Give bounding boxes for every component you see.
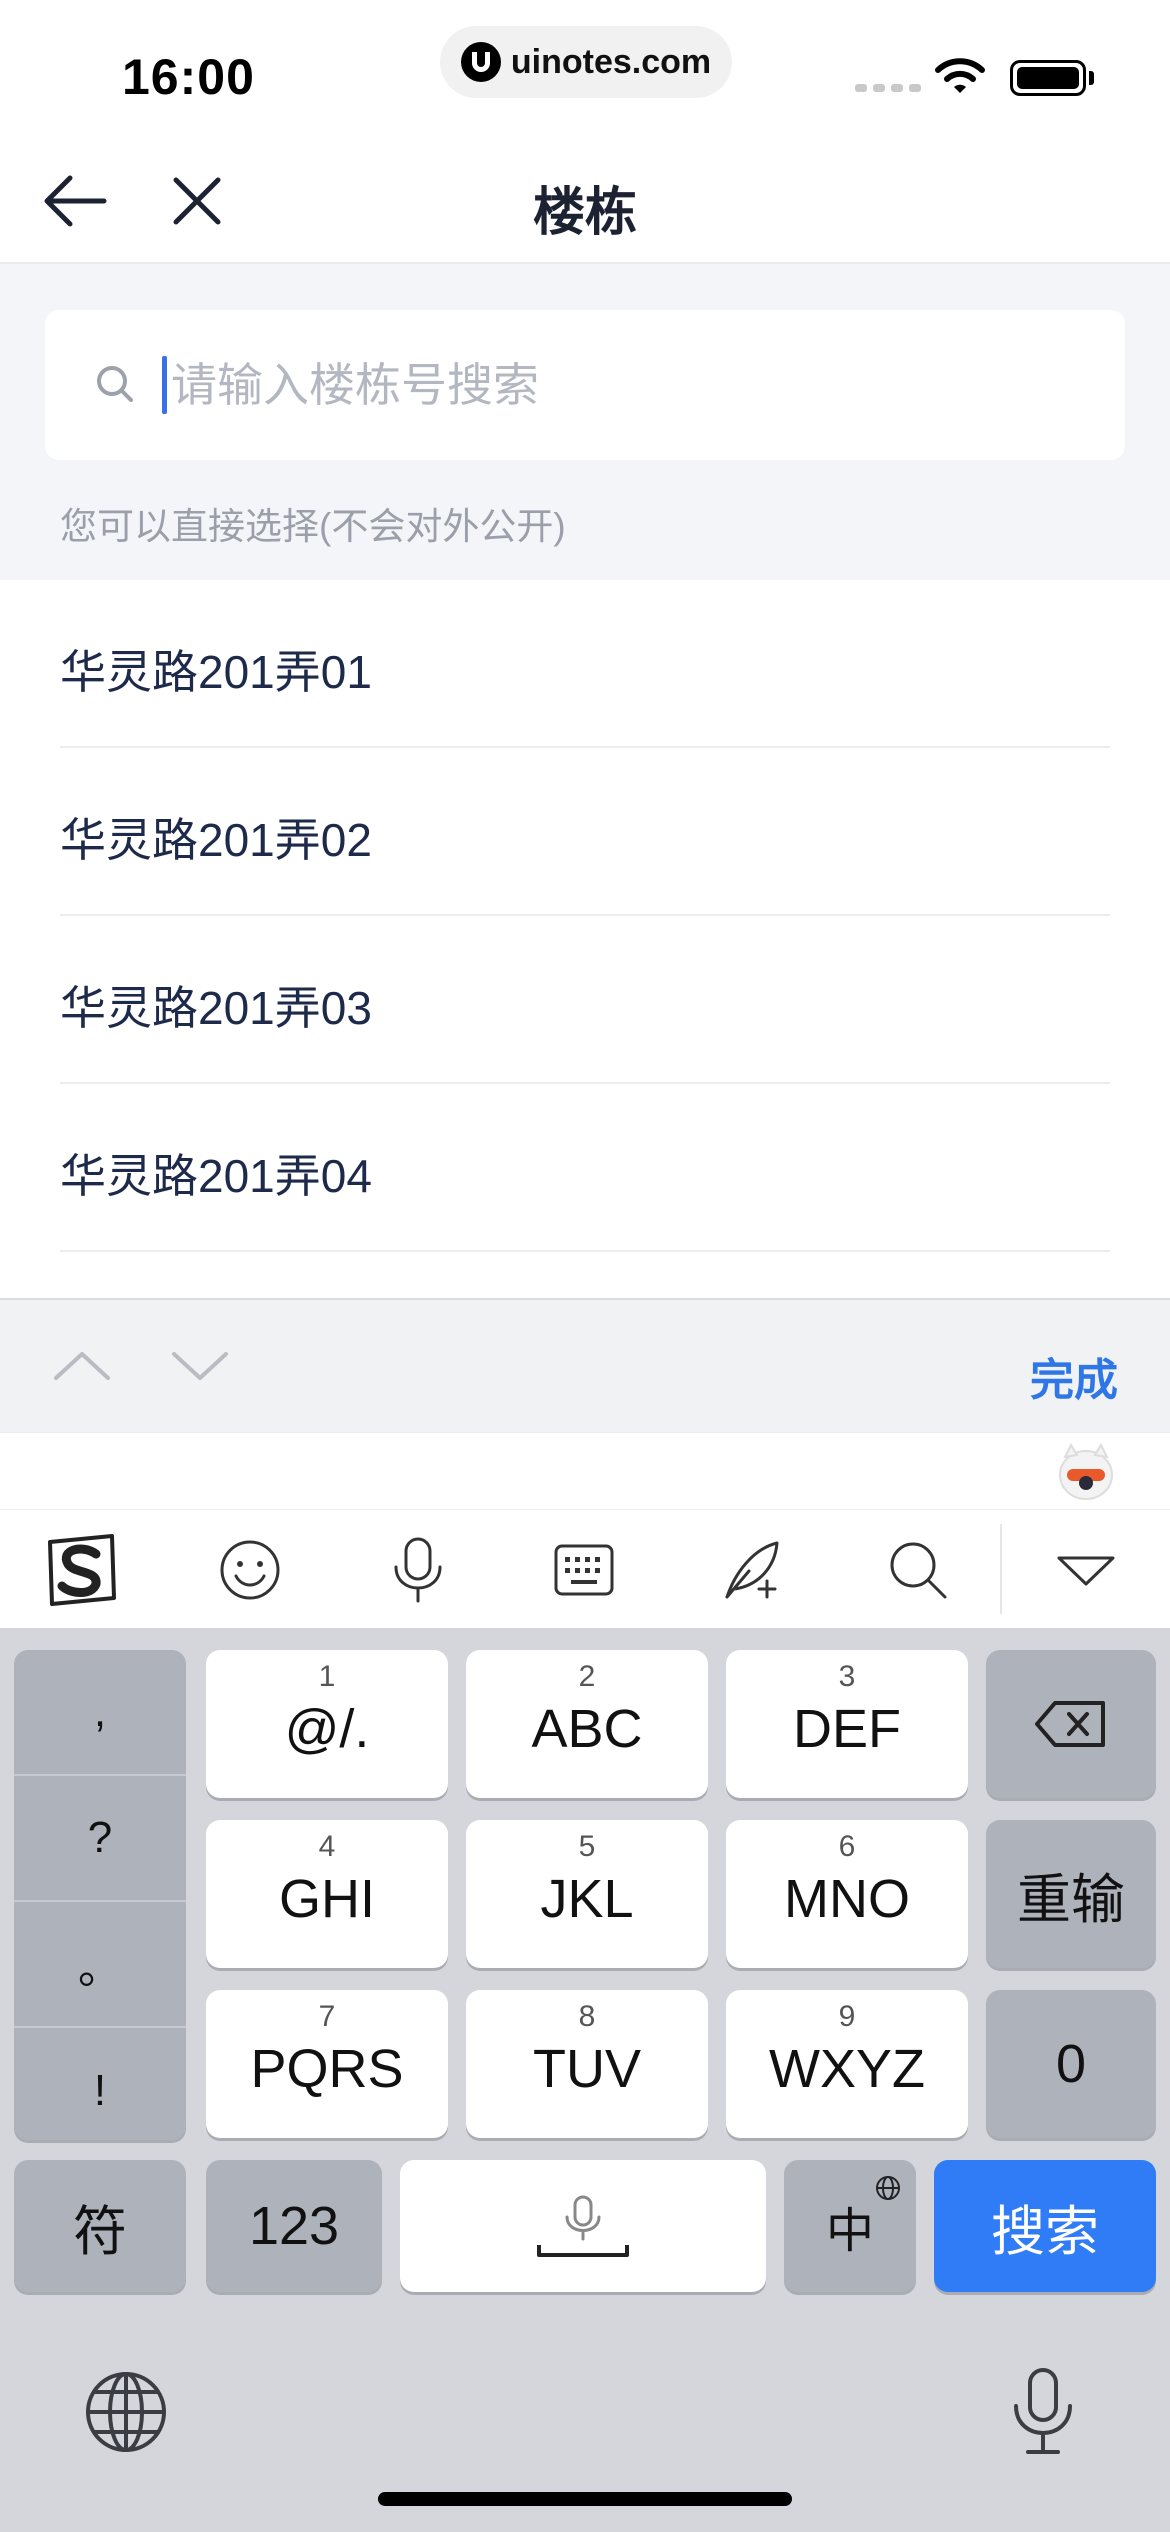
key-number: 5 (578, 1830, 596, 1863)
punct-key[interactable]: ! (14, 2028, 186, 2154)
backspace-key[interactable] (986, 1650, 1156, 1798)
key-letters: WXYZ (769, 2039, 925, 2099)
reset-key[interactable]: 重输 (986, 1820, 1156, 1968)
numbers-key[interactable]: 123 (206, 2160, 382, 2292)
nav-bar: 楼栋 (0, 140, 1170, 264)
key-5[interactable]: 5 JKL (466, 1820, 708, 1968)
globe-icon (876, 2176, 900, 2200)
language-key-label: 中 (825, 2205, 874, 2258)
chevron-down-icon[interactable] (170, 1336, 230, 1396)
language-key[interactable]: 中 (784, 2160, 916, 2292)
key-letters: PQRS (250, 2039, 404, 2099)
status-bar: 16:00 uinotes.com (0, 0, 1170, 140)
numbers-key-label: 123 (248, 2196, 340, 2256)
list-item[interactable]: 华灵路201弄03 (60, 916, 1110, 1084)
key-3[interactable]: 3 DEF (726, 1650, 968, 1798)
battery-icon (1010, 60, 1086, 96)
list-item-label: 华灵路201弄03 (60, 982, 372, 1034)
ime-function-row (0, 1510, 1170, 1628)
ime-divider (1000, 1524, 1002, 1614)
site-logo-icon (460, 42, 501, 82)
key-letters: ABC (531, 1699, 643, 1759)
key-letters: GHI (278, 1869, 375, 1929)
key-number: 2 (578, 1660, 596, 1693)
key-6[interactable]: 6 MNO (726, 1820, 968, 1968)
ime-candidate-strip (0, 1432, 1170, 1510)
keyboard-icon[interactable] (544, 1532, 624, 1608)
zero-key-label: 0 (1055, 2034, 1087, 2094)
list-item-label: 华灵路201弄04 (60, 1150, 372, 1202)
key-letters: DEF (793, 1699, 901, 1759)
key-1[interactable]: 1 @/. (206, 1650, 448, 1798)
key-letters: JKL (540, 1869, 634, 1929)
status-time: 16:00 (122, 49, 255, 105)
text-caret (162, 356, 167, 414)
key-number: 6 (838, 1830, 856, 1863)
chevron-up-icon[interactable] (52, 1336, 112, 1396)
cellular-signal-icon (855, 84, 921, 92)
page-title: 楼栋 (532, 184, 637, 242)
key-7[interactable]: 7 PQRS (206, 1990, 448, 2138)
search-box[interactable] (45, 310, 1125, 460)
key-number: 1 (318, 1660, 336, 1693)
key-number: 4 (318, 1830, 336, 1863)
list-item[interactable]: 华灵路201弄01 (60, 580, 1110, 748)
ime-keyboard: , ? 。 ! 1 @/. 2 ABC 3 DEF 4 GHI 5 JKL 6 … (0, 1628, 1170, 2532)
key-9[interactable]: 9 WXYZ (726, 1990, 968, 2138)
reset-key-label: 重输 (1017, 1869, 1125, 1930)
battery-tip (1089, 71, 1094, 85)
list-item[interactable]: 华灵路201弄04 (60, 1084, 1110, 1252)
key-8[interactable]: 8 TUV (466, 1990, 708, 2138)
search-key-label: 搜索 (991, 2201, 1099, 2262)
key-number: 8 (578, 2000, 596, 2033)
zero-key[interactable]: 0 (986, 1990, 1156, 2138)
url-pill[interactable]: uinotes.com (440, 26, 732, 98)
key-number: 3 (838, 1660, 856, 1693)
voice-input-icon[interactable] (378, 1532, 458, 1608)
search-icon (97, 366, 133, 402)
globe-icon[interactable] (84, 2370, 168, 2454)
punct-key[interactable]: ? (14, 1776, 186, 1902)
list-item[interactable]: 华灵路201弄02 (60, 748, 1110, 916)
search-region: 您可以直接选择(不会对外公开) (0, 264, 1170, 580)
done-button[interactable]: 完成 (1030, 1344, 1118, 1408)
keyboard-toolbar: 完成 (0, 1298, 1170, 1432)
backspace-icon (1035, 1701, 1105, 1747)
space-key[interactable] (400, 2160, 766, 2292)
home-indicator (378, 2492, 792, 2506)
selection-hint: 您可以直接选择(不会对外公开) (60, 506, 566, 547)
hide-keyboard-icon[interactable] (1046, 1532, 1126, 1608)
key-letters: TUV (533, 2039, 641, 2099)
handwriting-quill-icon[interactable] (712, 1532, 792, 1608)
emoji-icon[interactable] (210, 1532, 290, 1608)
sogou-logo-icon[interactable] (42, 1532, 122, 1608)
search-input[interactable] (171, 346, 1071, 424)
key-2[interactable]: 2 ABC (466, 1650, 708, 1798)
list-item-label: 华灵路201弄02 (60, 814, 372, 866)
url-text: uinotes.com (510, 42, 712, 81)
punct-key[interactable]: , (14, 1650, 186, 1776)
key-number: 7 (318, 2000, 336, 2033)
punct-key[interactable]: 。 (14, 1902, 186, 2028)
key-letters: @/. (284, 1699, 370, 1759)
ime-mascot-icon[interactable] (1055, 1441, 1117, 1503)
wifi-icon (935, 58, 985, 93)
space-mic-icon (537, 2195, 629, 2257)
symbols-key[interactable]: 符 (14, 2160, 186, 2292)
key-number: 9 (838, 2000, 856, 2033)
search-key[interactable]: 搜索 (934, 2160, 1156, 2292)
dictation-mic-icon[interactable] (1008, 2366, 1078, 2456)
punctuation-column[interactable]: , ? 。 ! (14, 1650, 186, 2140)
key-letters: MNO (784, 1869, 910, 1929)
search-icon[interactable] (878, 1532, 958, 1608)
building-list: 华灵路201弄01 华灵路201弄02 华灵路201弄03 华灵路201弄04 (0, 580, 1170, 1252)
symbols-key-label: 符 (73, 2201, 127, 2262)
list-item-label: 华灵路201弄01 (60, 646, 372, 698)
key-4[interactable]: 4 GHI (206, 1820, 448, 1968)
